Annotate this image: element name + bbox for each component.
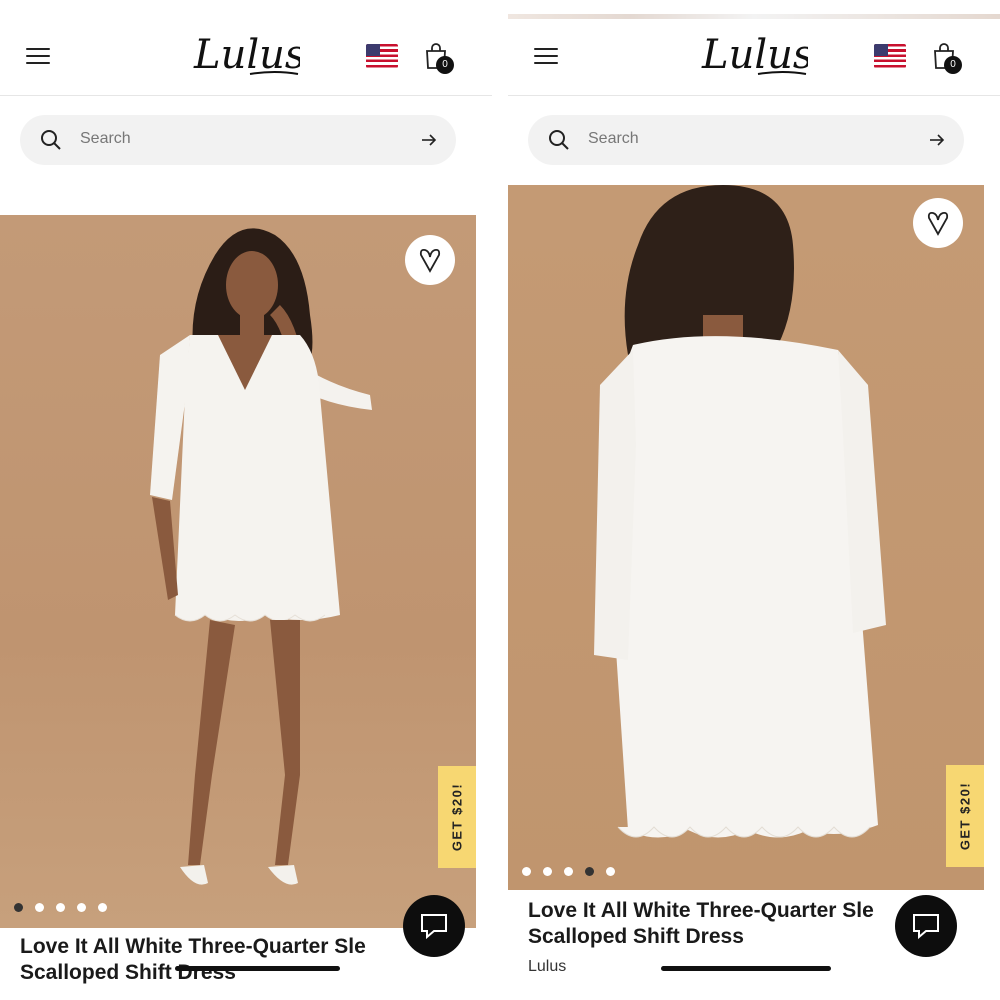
home-indicator[interactable] bbox=[175, 966, 340, 971]
promo-tab[interactable]: GET $20! bbox=[438, 766, 476, 868]
us-flag-icon[interactable] bbox=[366, 44, 398, 68]
svg-text:Lulus: Lulus bbox=[193, 32, 300, 78]
cart-count-badge: 0 bbox=[436, 56, 454, 74]
chat-bubble-icon bbox=[913, 914, 939, 940]
product-title[interactable]: Love It All White Three-Quarter Sle Scal… bbox=[20, 934, 440, 986]
search-input[interactable]: Search bbox=[80, 130, 131, 148]
carousel-dot[interactable] bbox=[56, 903, 65, 912]
search-bar[interactable]: Search bbox=[528, 115, 964, 165]
carousel-dot[interactable] bbox=[564, 867, 573, 876]
product-title[interactable]: Love It All White Three-Quarter Sle Scal… bbox=[528, 898, 948, 950]
us-flag-icon[interactable] bbox=[874, 44, 906, 68]
search-input[interactable]: Search bbox=[588, 130, 639, 148]
lulus-logo[interactable]: Lulus bbox=[698, 30, 808, 82]
arrow-right-icon[interactable] bbox=[928, 131, 946, 149]
promo-tab[interactable]: GET $20! bbox=[946, 765, 984, 867]
lulus-logo[interactable]: Lulus bbox=[190, 30, 300, 82]
phone-screen-left: Lulus 0 Search GET $20! Love It All Whit… bbox=[0, 0, 492, 1000]
chat-bubble-icon bbox=[421, 914, 447, 940]
site-header: Lulus 0 bbox=[0, 24, 492, 96]
heart-icon bbox=[419, 248, 441, 273]
carousel-dot[interactable] bbox=[35, 903, 44, 912]
product-brand[interactable]: Lulus bbox=[528, 958, 566, 976]
carousel-dots[interactable] bbox=[14, 903, 107, 912]
carousel-dot[interactable] bbox=[98, 903, 107, 912]
svg-text:Lulus: Lulus bbox=[701, 32, 808, 78]
heart-icon bbox=[927, 211, 949, 236]
site-header: Lulus 0 bbox=[508, 24, 1000, 96]
carousel-dot[interactable] bbox=[585, 867, 594, 876]
search-bar[interactable]: Search bbox=[20, 115, 456, 165]
carousel-dots[interactable] bbox=[522, 867, 615, 876]
carousel-dot[interactable] bbox=[522, 867, 531, 876]
carousel-dot[interactable] bbox=[14, 903, 23, 912]
wishlist-button[interactable] bbox=[405, 235, 455, 285]
model-photo bbox=[150, 228, 372, 885]
hamburger-icon[interactable] bbox=[534, 46, 558, 66]
arrow-right-icon[interactable] bbox=[420, 131, 438, 149]
product-image[interactable]: GET $20! bbox=[508, 185, 984, 890]
search-icon bbox=[41, 130, 61, 150]
scrolled-image-strip bbox=[508, 14, 1000, 19]
chat-button[interactable] bbox=[403, 895, 465, 957]
search-icon bbox=[549, 130, 569, 150]
carousel-dot[interactable] bbox=[77, 903, 86, 912]
model-photo-back bbox=[594, 185, 886, 838]
carousel-dot[interactable] bbox=[606, 867, 615, 876]
home-indicator[interactable] bbox=[661, 966, 831, 971]
cart-count-badge: 0 bbox=[944, 56, 962, 74]
wishlist-button[interactable] bbox=[913, 198, 963, 248]
phone-screen-right: Lulus 0 Search GET $20! Love It All Whit… bbox=[508, 0, 1000, 1000]
chat-button[interactable] bbox=[895, 895, 957, 957]
hamburger-icon[interactable] bbox=[26, 46, 50, 66]
product-image[interactable]: GET $20! bbox=[0, 215, 476, 928]
carousel-dot[interactable] bbox=[543, 867, 552, 876]
